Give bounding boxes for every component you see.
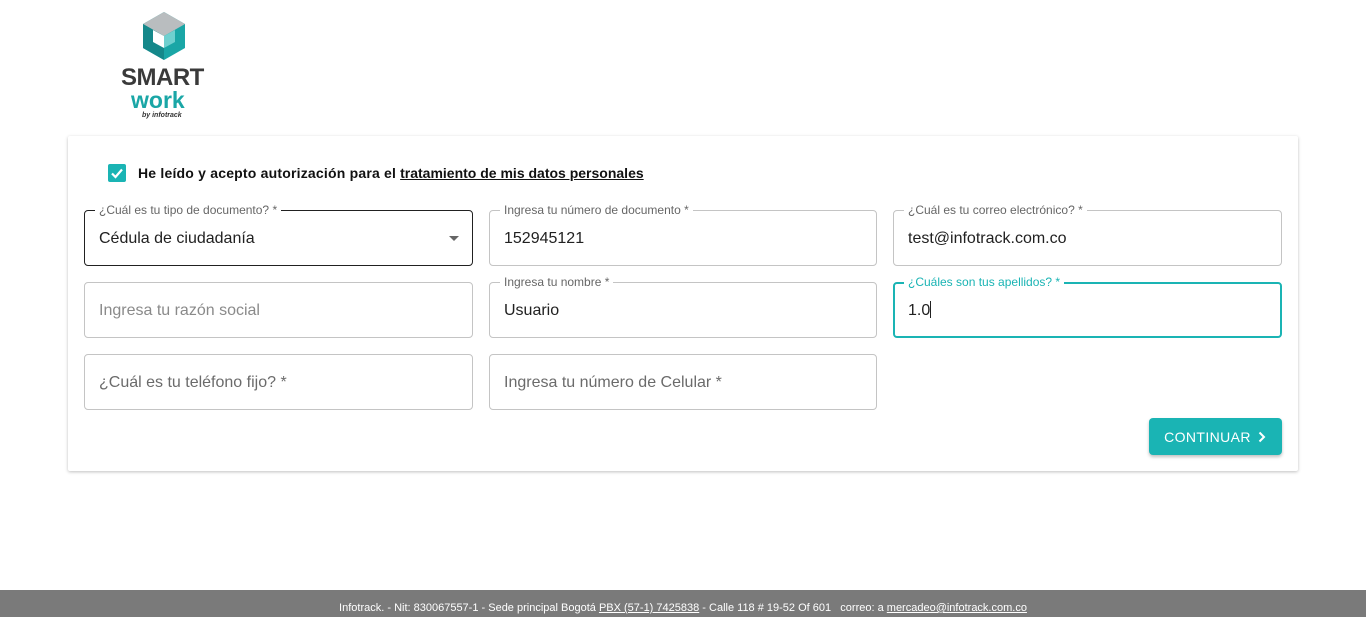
- consent-row: He leído y acepto autorización para el t…: [108, 164, 644, 182]
- chevron-right-icon: [1257, 431, 1267, 443]
- document-number-value: 152945121: [504, 230, 585, 247]
- footer: Infotrack. - Nit: 830067557-1 - Sede pri…: [0, 590, 1366, 617]
- mobile-phone-field[interactable]: Ingresa tu número de Celular *: [489, 354, 877, 410]
- email-value: test@infotrack.com.co: [908, 230, 1067, 247]
- logo-text-work: work: [131, 87, 185, 113]
- check-icon: [111, 168, 123, 179]
- text-caret: [930, 301, 932, 318]
- registration-card: He leído y acepto autorización para el t…: [68, 136, 1298, 471]
- mobile-phone-placeholder: Ingresa tu número de Celular *: [504, 374, 722, 391]
- surnames-label: ¿Cuáles son tus apellidos? *: [904, 275, 1065, 289]
- page: SMART work by infotrack He leído y acept…: [0, 0, 1366, 617]
- email-label: ¿Cuál es tu correo electrónico? *: [904, 203, 1087, 217]
- privacy-policy-link[interactable]: tratamiento de mis datos personales: [400, 165, 644, 181]
- email-field[interactable]: ¿Cuál es tu correo electrónico? * test@i…: [893, 203, 1282, 266]
- document-number-field[interactable]: Ingresa tu número de documento * 1529451…: [489, 203, 877, 266]
- business-name-placeholder: Ingresa tu razón social: [99, 302, 260, 319]
- surnames-field[interactable]: ¿Cuáles son tus apellidos? * 1.0: [893, 275, 1282, 338]
- document-type-label: ¿Cuál es tu tipo de documento? *: [95, 203, 282, 217]
- dropdown-arrow-icon: [449, 236, 459, 241]
- continue-button-label: CONTINUAR: [1164, 428, 1251, 445]
- document-number-label: Ingresa tu número de documento *: [500, 203, 693, 217]
- logo-mark-icon: [143, 12, 185, 60]
- name-value: Usuario: [504, 302, 560, 319]
- consent-checkbox[interactable]: [108, 164, 126, 182]
- footer-address: - Calle 118 # 19-52 Of 601: [702, 602, 832, 614]
- surnames-value: 1.0: [908, 302, 931, 319]
- business-name-field[interactable]: Ingresa tu razón social: [84, 282, 473, 338]
- name-label: Ingresa tu nombre *: [500, 275, 614, 289]
- footer-mail-prefix: correo: a: [840, 602, 884, 614]
- consent-text: He leído y acepto autorización para el: [138, 165, 397, 181]
- document-type-select[interactable]: ¿Cuál es tu tipo de documento? * Cédula …: [84, 203, 473, 266]
- landline-phone-placeholder: ¿Cuál es tu teléfono fijo? *: [99, 374, 287, 391]
- surnames-value-wrap: 1.0: [908, 301, 932, 321]
- logo-text-byline: by infotrack: [142, 112, 182, 119]
- document-type-value: Cédula de ciudadanía: [99, 230, 255, 247]
- smartwork-logo: SMART work by infotrack: [118, 12, 210, 122]
- landline-phone-field[interactable]: ¿Cuál es tu teléfono fijo? *: [84, 354, 473, 410]
- continue-button[interactable]: CONTINUAR: [1149, 418, 1282, 455]
- footer-email-link[interactable]: mercadeo@infotrack.com.co: [887, 602, 1027, 614]
- name-field[interactable]: Ingresa tu nombre * Usuario: [489, 275, 877, 338]
- footer-pbx-link[interactable]: PBX (57-1) 7425838: [599, 602, 699, 614]
- footer-company-info: Infotrack. - Nit: 830067557-1 - Sede pri…: [339, 602, 596, 614]
